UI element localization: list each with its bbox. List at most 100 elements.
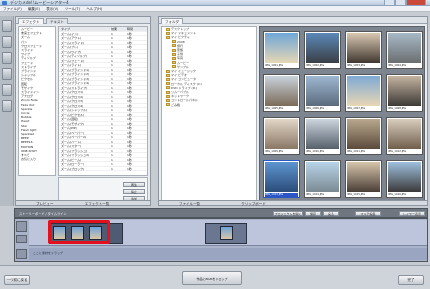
- audio-track-icon: [16, 249, 27, 259]
- timeline-header: ストーリーボード / タイムライン プロジェクトを開く 保存 戻る マルチ編集 …: [14, 208, 428, 218]
- folder-tab[interactable]: フォルダ: [161, 18, 183, 24]
- effect-list-tab[interactable]: エフェクト一覧: [85, 202, 110, 206]
- folder-icon: [172, 44, 176, 48]
- photo-image: [347, 119, 380, 149]
- effect-category-item[interactable]: お気に入り: [19, 157, 55, 161]
- photo-image: [347, 33, 380, 63]
- photo-caption: IMG_1011.JPG: [347, 150, 366, 153]
- folder-icon: [172, 52, 176, 56]
- photo-thumbnail[interactable]: IMG_1014.JPG: [304, 160, 341, 198]
- effect-count: 1: [111, 166, 113, 171]
- open-project-button[interactable]: プロジェクトを開く: [273, 211, 303, 216]
- folder-icon: [166, 73, 170, 77]
- audio-track[interactable]: ここに素材をドラッグ: [29, 248, 427, 260]
- photo-thumbnail[interactable]: IMG_1015.JPG: [345, 160, 382, 198]
- photo-caption: IMG_1004.JPG: [388, 64, 407, 67]
- photo-caption: IMG_1012.JPG: [388, 150, 407, 153]
- folder-icon: [172, 56, 176, 60]
- folder-icon: [166, 90, 170, 94]
- effect-list-row[interactable]: ズーム(ブロック) 1 1秒: [59, 166, 147, 171]
- folder-tree[interactable]: デスクトップ マイ ドキュメント マイ ピクチャ 2008 旅行 家族 子供 写真 ムービー サン…: [161, 26, 257, 202]
- photo-caption: IMG_1009.JPG: [265, 150, 284, 153]
- folder-icon: [166, 69, 170, 73]
- photo-image: [265, 33, 298, 63]
- photo-thumbnail[interactable]: IMG_1008.JPG: [386, 74, 423, 112]
- folder-icon: [166, 27, 170, 31]
- photo-thumbnail[interactable]: IMG_1001.JPG: [263, 31, 300, 69]
- timeline-clip[interactable]: [205, 223, 247, 244]
- text-tool-icon[interactable]: [2, 36, 12, 48]
- photo-thumbnail[interactable]: IMG_1016.JPG: [386, 160, 423, 198]
- bgm-drop-button[interactable]: 作品にBGMをドロップ: [182, 271, 242, 285]
- photo-image: [306, 162, 339, 192]
- photo-thumbnail[interactable]: IMG_1006.JPG: [304, 74, 341, 112]
- photo-image: [388, 76, 421, 106]
- next-button[interactable]: 完了: [398, 275, 424, 285]
- music-tool-icon[interactable]: [2, 52, 12, 64]
- video-tool-icon[interactable]: [2, 84, 12, 96]
- effects-panel-footer: プレビュー エフェクト一覧: [15, 200, 151, 206]
- photo-thumbnail[interactable]: IMG_1003.JPG: [345, 31, 382, 69]
- app-icon: [2, 1, 7, 5]
- folder-icon: [172, 65, 176, 69]
- settings-tool-icon[interactable]: [2, 100, 12, 112]
- clipboard-tab[interactable]: クリップボード: [241, 202, 266, 206]
- photo-caption: IMG_1016.JPG: [388, 193, 407, 196]
- effects-tool-icon[interactable]: [2, 20, 12, 32]
- photo-image: [347, 162, 380, 192]
- bottom-bar: 一つ前に戻る 作品にBGMをドロップ 完了: [0, 265, 430, 289]
- photo-caption: IMG_1006.JPG: [306, 107, 325, 110]
- folder-icon: [166, 35, 170, 39]
- undo-button[interactable]: 戻る: [323, 211, 339, 216]
- photo-thumbnail[interactable]: IMG_1004.JPG: [386, 31, 423, 69]
- photo-thumbnail[interactable]: IMG_1005.JPG: [263, 74, 300, 112]
- folder-icon: [166, 31, 170, 35]
- photo-image: [265, 76, 298, 106]
- left-toolbar: [0, 16, 14, 206]
- file-list-tab[interactable]: ファイル一覧: [179, 202, 200, 206]
- folder-icon: [166, 77, 170, 81]
- tab-text[interactable]: テキスト: [46, 18, 68, 24]
- photo-caption: IMG_1013.JPG: [265, 193, 298, 197]
- folder-icon: [166, 98, 170, 102]
- play-button[interactable]: 再生: [123, 182, 145, 187]
- photo-caption: IMG_1005.JPG: [265, 107, 284, 110]
- photo-caption: IMG_1002.JPG: [306, 64, 325, 67]
- effect-list[interactable]: タイプ 効果 時間 ズーム(イン) 1 1秒 ズーム(アウト) 1 1秒 ズーム(スライド) 1 1…: [58, 26, 148, 176]
- photo-image: [306, 119, 339, 149]
- folder-icon: [172, 48, 176, 52]
- photo-image: [388, 33, 421, 63]
- photo-thumbnail[interactable]: IMG_1002.JPG: [304, 31, 341, 69]
- photo-thumbnail[interactable]: IMG_1012.JPG: [386, 117, 423, 155]
- photo-thumbnail[interactable]: IMG_1011.JPG: [345, 117, 382, 155]
- photo-caption: IMG_1008.JPG: [388, 107, 407, 110]
- file-browser-panel: フォルダ デスクトップ マイ ドキュメント マイ ピクチャ 2008 旅行 家族 子供 写真ム…: [158, 16, 428, 206]
- photo-thumbnail[interactable]: IMG_1009.JPG: [263, 117, 300, 155]
- layer-view-button[interactable]: レイヤー表示: [399, 211, 425, 216]
- effects-panel: エフェクト テキスト ムービー 未来エフェクト ズーム パン クロスフェード スライド ワイ…: [15, 16, 151, 206]
- tab-effects[interactable]: エフェクト: [18, 18, 44, 24]
- preview-tab[interactable]: プレビュー: [36, 202, 54, 206]
- effect-category-tree[interactable]: ムービー 未来エフェクト ズーム パン クロスフェード スライド ワイプ ディゾルブ フェードス…: [18, 26, 56, 176]
- highlight-box: [48, 220, 110, 244]
- back-button[interactable]: 一つ前に戻る: [4, 275, 30, 285]
- photo-thumbnail[interactable]: IMG_1013.JPG: [263, 160, 300, 198]
- photo-image: [306, 33, 339, 63]
- stop-button[interactable]: 停止: [123, 189, 145, 194]
- clip-thumbnail[interactable]: [220, 226, 233, 240]
- photo-image: [347, 76, 380, 106]
- photo-tool-icon[interactable]: [2, 68, 12, 80]
- photo-caption: IMG_1007.JPG: [347, 107, 366, 110]
- folder-label: ごみ箱: [171, 102, 181, 107]
- thumbnail-grid[interactable]: IMG_1001.JPG IMG_1002.JPG IMG_1003.JPG IMG_…: [259, 26, 425, 202]
- timeline-title: ストーリーボード / タイムライン: [19, 212, 67, 216]
- photo-caption: IMG_1003.JPG: [347, 64, 366, 67]
- folder-icon: [166, 94, 170, 98]
- folder-item[interactable]: ごみ箱: [162, 103, 256, 107]
- photo-thumbnail[interactable]: IMG_1007.JPG: [345, 74, 382, 112]
- audio-track-hint: ここに素材をドラッグ: [33, 251, 64, 255]
- multi-edit-button[interactable]: マルチ編集: [355, 211, 381, 216]
- save-button[interactable]: 保存: [305, 211, 321, 216]
- photo-image: [388, 119, 421, 149]
- photo-thumbnail[interactable]: IMG_1010.JPG: [304, 117, 341, 155]
